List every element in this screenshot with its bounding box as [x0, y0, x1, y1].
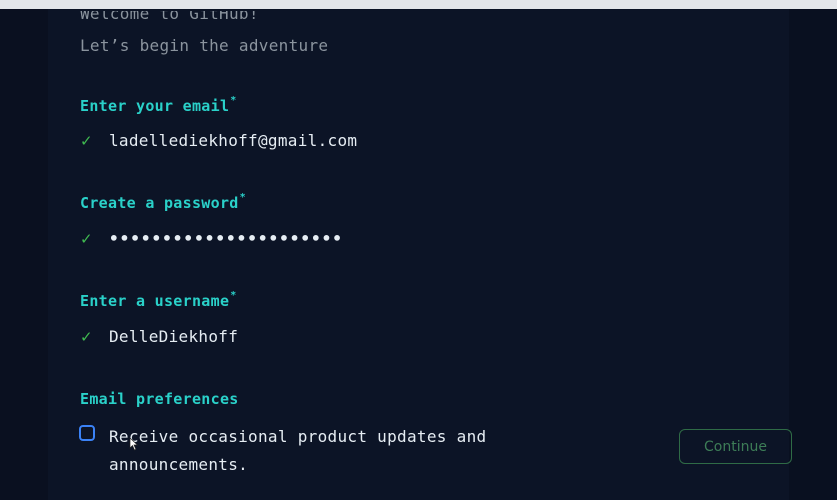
product-updates-checkbox[interactable]	[79, 425, 95, 441]
password-value[interactable]: ••••••••••••••••••••••	[109, 229, 343, 248]
required-asterisk: *	[239, 192, 246, 203]
password-label-text: Create a password	[80, 194, 239, 212]
password-field[interactable]: ✓ ••••••••••••••••••••••	[80, 229, 343, 248]
check-icon: ✓	[80, 327, 93, 346]
check-icon: ✓	[80, 229, 93, 248]
continue-button[interactable]: Continue	[679, 429, 792, 464]
username-field[interactable]: ✓ DelleDiekhoff	[80, 327, 238, 346]
username-value[interactable]: DelleDiekhoff	[109, 327, 238, 346]
email-field[interactable]: ✓ ladellediekhoff@gmail.com	[80, 131, 357, 150]
username-label-text: Enter a username	[80, 292, 230, 310]
left-margin	[0, 9, 48, 500]
email-value[interactable]: ladellediekhoff@gmail.com	[109, 131, 357, 150]
welcome-subtitle: Let’s begin the adventure	[80, 36, 329, 55]
mouse-pointer-icon	[129, 437, 139, 451]
email-preferences-label: Email preferences	[80, 390, 239, 408]
product-updates-text[interactable]: Receive occasional product updates and a…	[109, 423, 579, 479]
password-label: Create a password*	[80, 192, 246, 212]
signup-window: Welcome to GitHub! Let’s begin the adven…	[0, 0, 837, 500]
required-asterisk: *	[230, 95, 237, 106]
required-asterisk: *	[230, 290, 237, 301]
username-label: Enter a username*	[80, 290, 237, 310]
check-icon: ✓	[80, 131, 93, 150]
top-bar	[0, 0, 837, 9]
email-label-text: Enter your email	[80, 97, 230, 115]
email-label: Enter your email*	[80, 95, 237, 115]
right-margin	[789, 9, 837, 500]
